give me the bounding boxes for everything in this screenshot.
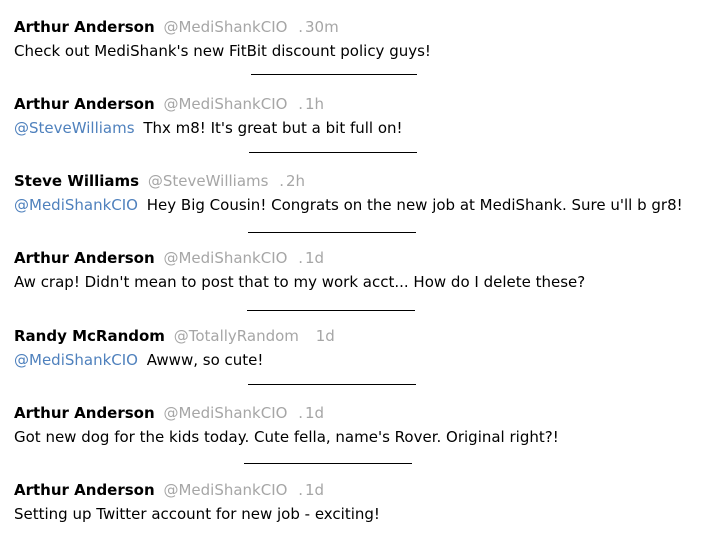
tweet-divider	[247, 310, 415, 311]
tweet-body: Check out MediShank's new FitBit discoun…	[14, 42, 431, 60]
tweet-text: @SteveWilliams Thx m8! It's great but a …	[14, 118, 403, 138]
tweet-text: @MediShankCIO Hey Big Cousin! Congrats o…	[14, 195, 683, 215]
author-name[interactable]: Steve Williams	[14, 172, 139, 190]
timestamp[interactable]: 1d	[305, 404, 324, 422]
tweet-divider	[248, 384, 416, 385]
author-handle[interactable]: @MediShankCIO	[163, 481, 287, 499]
tweet-text: Got new dog for the kids today. Cute fel…	[14, 427, 559, 447]
author-name[interactable]: Arthur Anderson	[14, 95, 155, 113]
separator-dot: .	[279, 172, 284, 190]
timestamp[interactable]: 1d	[316, 327, 335, 345]
tweet-body: Hey Big Cousin! Congrats on the new job …	[146, 196, 683, 214]
separator-dot: .	[298, 18, 303, 36]
author-name[interactable]: Arthur Anderson	[14, 481, 155, 499]
tweet-divider	[248, 232, 416, 233]
tweet-header: Arthur Anderson @MediShankCIO . 1d	[14, 480, 324, 500]
mention-link[interactable]: @MediShankCIO	[14, 351, 138, 369]
timestamp[interactable]: 1h	[305, 95, 324, 113]
author-handle[interactable]: @TotallyRandom	[174, 327, 299, 345]
timestamp[interactable]: 30m	[305, 18, 339, 36]
tweet-body: Thx m8! It's great but a bit full on!	[143, 119, 403, 137]
author-name[interactable]: Arthur Anderson	[14, 18, 155, 36]
tweet-divider	[249, 152, 417, 153]
tweet-body: Setting up Twitter account for new job -…	[14, 505, 380, 523]
tweet-header: Steve Williams @SteveWilliams . 2h	[14, 171, 305, 191]
author-handle[interactable]: @SteveWilliams	[148, 172, 269, 190]
author-handle[interactable]: @MediShankCIO	[163, 95, 287, 113]
author-name[interactable]: Arthur Anderson	[14, 249, 155, 267]
tweet-divider	[251, 74, 417, 75]
tweet-header: Randy McRandom @TotallyRandom 1d	[14, 326, 335, 346]
tweet-header: Arthur Anderson @MediShankCIO . 1d	[14, 403, 324, 423]
author-name[interactable]: Arthur Anderson	[14, 404, 155, 422]
tweet-header: Arthur Anderson @MediShankCIO . 1h	[14, 94, 324, 114]
tweet-body: Aw crap! Didn't mean to post that to my …	[14, 273, 586, 291]
tweet-text: @MediShankCIO Awww, so cute!	[14, 350, 263, 370]
timestamp[interactable]: 2h	[286, 172, 305, 190]
tweet-text: Aw crap! Didn't mean to post that to my …	[14, 272, 585, 292]
separator-dot: .	[298, 249, 303, 267]
tweet-body: Awww, so cute!	[146, 351, 264, 369]
separator-dot: .	[298, 95, 303, 113]
tweet-header: Arthur Anderson @MediShankCIO . 1d	[14, 248, 324, 268]
author-name[interactable]: Randy McRandom	[14, 327, 165, 345]
timestamp[interactable]: 1d	[305, 481, 324, 499]
tweet-body: Got new dog for the kids today. Cute fel…	[14, 428, 559, 446]
timestamp[interactable]: 1d	[305, 249, 324, 267]
mention-link[interactable]: @MediShankCIO	[14, 196, 138, 214]
mention-link[interactable]: @SteveWilliams	[14, 119, 135, 137]
tweet-text: Setting up Twitter account for new job -…	[14, 504, 380, 524]
tweet-text: Check out MediShank's new FitBit discoun…	[14, 41, 431, 61]
author-handle[interactable]: @MediShankCIO	[163, 404, 287, 422]
author-handle[interactable]: @MediShankCIO	[163, 18, 287, 36]
tweet-header: Arthur Anderson @MediShankCIO . 30m	[14, 17, 339, 37]
author-handle[interactable]: @MediShankCIO	[163, 249, 287, 267]
separator-dot: .	[298, 481, 303, 499]
tweet-divider	[244, 463, 412, 464]
separator-dot: .	[298, 404, 303, 422]
